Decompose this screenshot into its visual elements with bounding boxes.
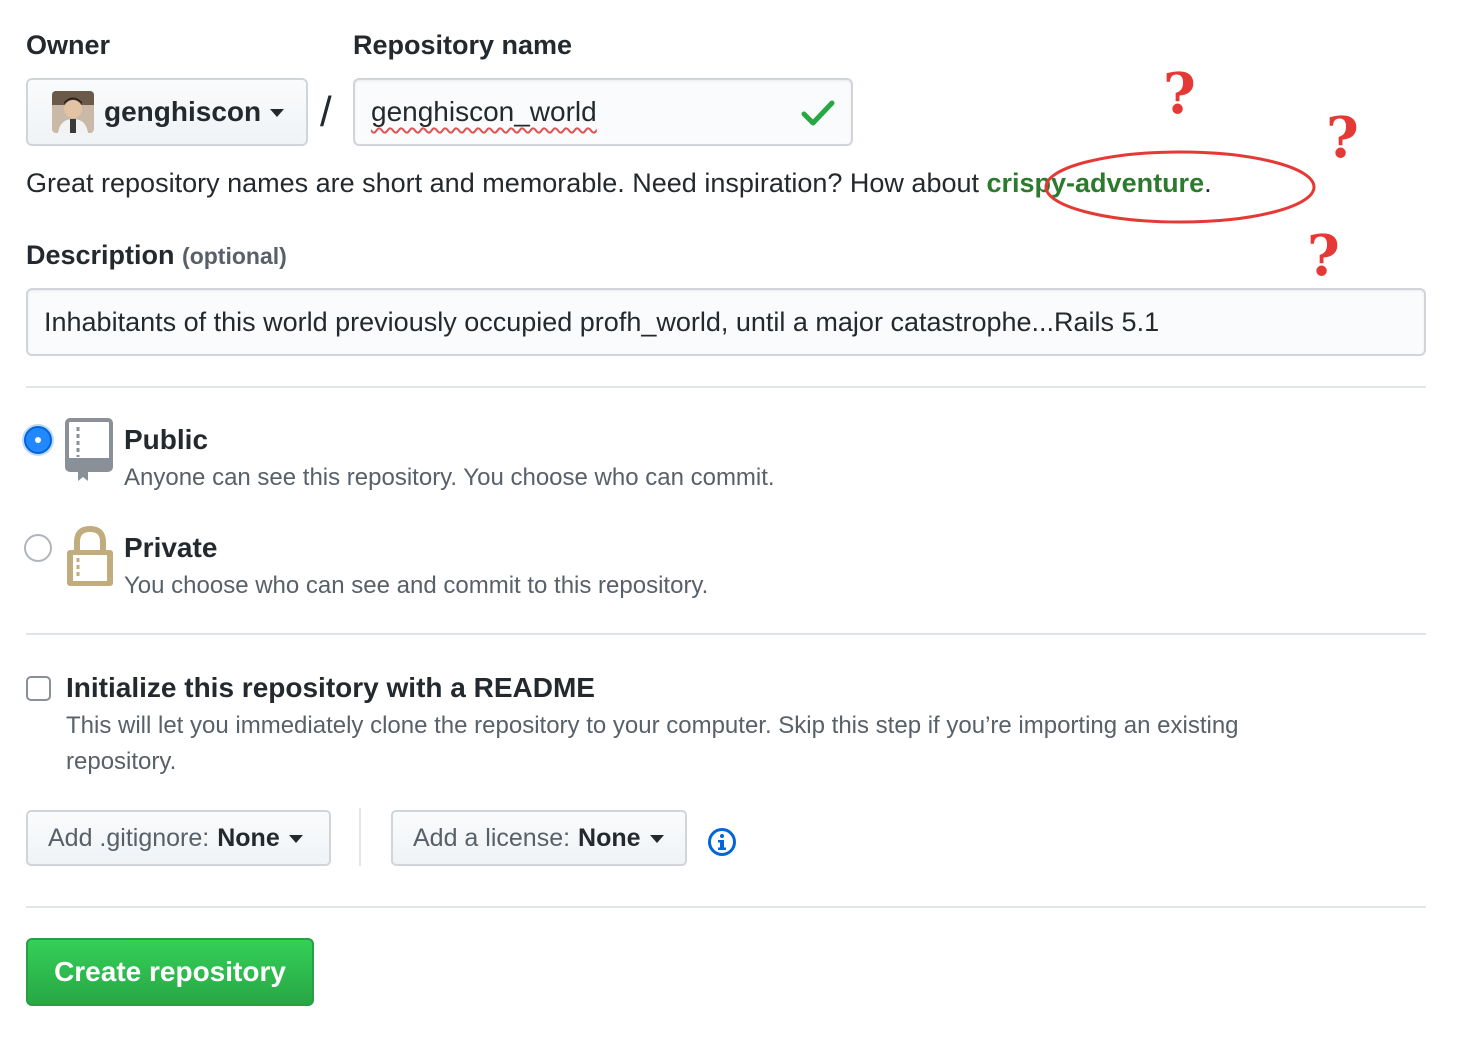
readme-title: Initialize this repository with a README: [66, 672, 595, 703]
chevron-down-icon: [649, 835, 664, 843]
divider: [26, 386, 1426, 388]
private-radio[interactable]: [24, 534, 52, 562]
annotation-question-mark: ?: [1163, 61, 1196, 127]
readme-description-line2: repository.: [66, 748, 177, 775]
lock-icon: [67, 525, 113, 586]
license-label: Add a license:: [413, 823, 571, 852]
license-value: None: [578, 823, 641, 852]
repo-name-label: Repository name: [353, 30, 573, 60]
divider: [26, 633, 1426, 635]
repo-name-value: genghiscon_world: [371, 96, 597, 127]
vertical-divider: [359, 808, 361, 866]
owner-name: genghiscon: [104, 96, 262, 127]
description-input[interactable]: Inhabitants of this world previously occ…: [26, 288, 1426, 356]
private-description: You choose who can see and commit to thi…: [124, 572, 709, 599]
chevron-down-icon: [270, 109, 285, 117]
public-title: Public: [124, 424, 209, 455]
owner-select-button[interactable]: genghiscon: [26, 78, 308, 146]
repo-book-icon: [65, 418, 113, 481]
gitignore-label: Add .gitignore:: [48, 823, 210, 852]
description-value: Inhabitants of this world previously occ…: [44, 306, 1160, 337]
private-title: Private: [124, 532, 218, 563]
check-icon: [801, 100, 835, 126]
annotation-question-mark: ?: [1326, 105, 1359, 171]
repo-name-hint: Great repository names are short and mem…: [26, 168, 1212, 199]
description-label-text: Description: [26, 240, 175, 270]
description-label: Description (optional): [26, 240, 287, 271]
license-select-button[interactable]: Add a license: None: [391, 810, 687, 866]
hint-text: Great repository names are short and mem…: [26, 168, 987, 198]
gitignore-value: None: [217, 823, 280, 852]
divider: [26, 906, 1426, 908]
info-icon[interactable]: [707, 827, 737, 857]
owner-label: Owner: [26, 30, 111, 60]
annotation-question-mark: ?: [1307, 223, 1340, 289]
readme-description-line1: This will let you immediately clone the …: [66, 712, 1239, 739]
owner-repo-separator: /: [320, 88, 332, 135]
repo-name-input[interactable]: genghiscon_world: [353, 78, 853, 146]
readme-checkbox[interactable]: [26, 676, 51, 701]
public-description: Anyone can see this repository. You choo…: [124, 464, 775, 491]
avatar: [52, 91, 94, 133]
annotation-ellipse: [1044, 150, 1316, 224]
optional-tag: (optional): [182, 243, 287, 269]
gitignore-select-button[interactable]: Add .gitignore: None: [26, 810, 331, 866]
public-radio[interactable]: [24, 426, 52, 454]
create-repository-button[interactable]: Create repository: [26, 938, 314, 1006]
chevron-down-icon: [288, 835, 303, 843]
